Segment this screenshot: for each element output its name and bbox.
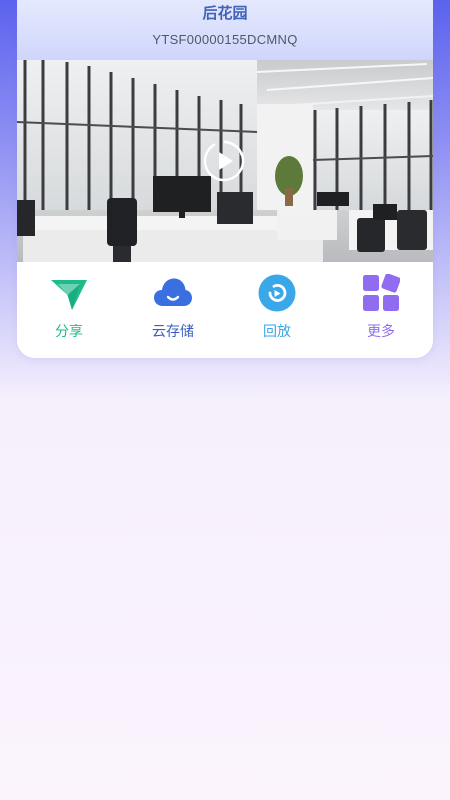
play-button[interactable] [203, 140, 245, 182]
action-bar: 分享 云存储 回放 更多 [17, 262, 433, 358]
video-preview[interactable] [17, 60, 433, 262]
share-button[interactable]: 分享 [17, 272, 121, 348]
cloud-icon [154, 278, 192, 306]
send-icon [51, 280, 87, 310]
device-name: 后花园 [202, 4, 248, 22]
cloud-storage-label: 云存储 [152, 324, 194, 340]
grid-more-icon [363, 274, 400, 311]
replay-label: 回放 [263, 324, 291, 340]
cloud-storage-button[interactable]: 云存储 [121, 272, 225, 348]
device-serial: YTSF00000155DCMNQ [152, 32, 298, 47]
more-label: 更多 [367, 324, 395, 340]
replay-button[interactable]: 回放 [225, 272, 329, 348]
replay-icon [258, 274, 296, 312]
device-header: 后花园 YTSF00000155DCMNQ [17, 0, 433, 60]
share-label: 分享 [55, 324, 83, 340]
play-icon [203, 140, 245, 182]
more-button[interactable]: 更多 [329, 272, 433, 348]
device-card: 后花园 YTSF00000155DCMNQ 分享 云存储 回放 更多 [17, 0, 433, 358]
